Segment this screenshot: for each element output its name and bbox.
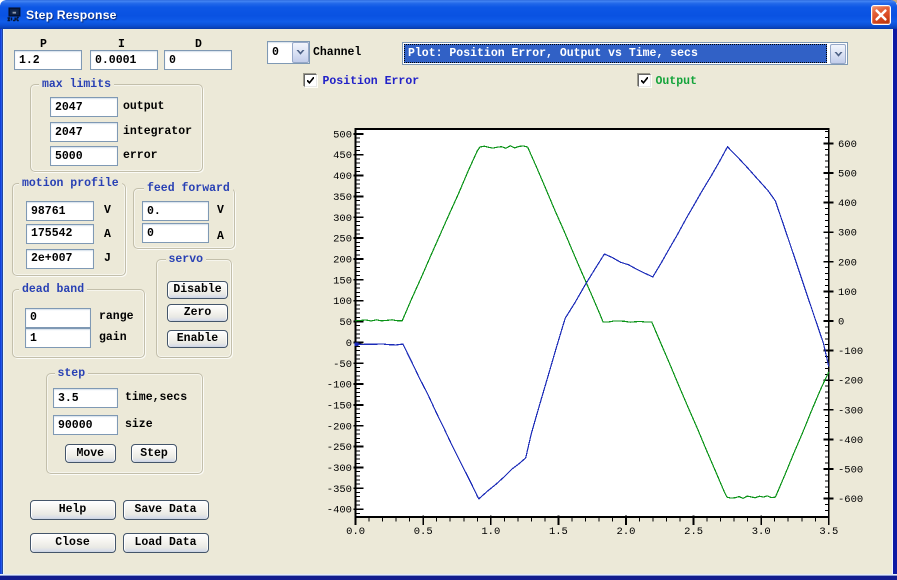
svg-text:-400: -400 [838,435,863,447]
svg-text:3.5: 3.5 [819,526,838,538]
svg-text:-200: -200 [327,421,352,433]
svg-text:100: 100 [838,287,857,299]
svg-text:250: 250 [333,234,352,246]
svg-text:500: 500 [333,129,352,141]
svg-text:-300: -300 [327,463,352,475]
svg-text:2.0: 2.0 [617,526,636,538]
svg-text:-200: -200 [838,376,863,388]
svg-text:400: 400 [333,171,352,183]
svg-text:-250: -250 [327,442,352,454]
svg-text:200: 200 [838,257,857,269]
svg-text:1.0: 1.0 [481,526,500,538]
svg-text:-350: -350 [327,484,352,496]
svg-text:-500: -500 [838,465,863,477]
svg-text:2.5: 2.5 [684,526,703,538]
svg-text:450: 450 [333,150,352,162]
svg-text:-600: -600 [838,494,863,506]
svg-text:100: 100 [333,296,352,308]
svg-text:50: 50 [339,317,352,329]
svg-text:1.5: 1.5 [549,526,568,538]
svg-text:-300: -300 [838,405,863,417]
svg-text:-400: -400 [327,505,352,517]
svg-text:-150: -150 [327,400,352,412]
svg-text:350: 350 [333,192,352,204]
svg-text:200: 200 [333,255,352,267]
svg-text:3.0: 3.0 [752,526,771,538]
svg-text:0: 0 [838,317,844,329]
svg-text:0.5: 0.5 [414,526,433,538]
svg-text:300: 300 [838,228,857,240]
svg-text:0: 0 [346,338,352,350]
svg-text:400: 400 [838,198,857,210]
svg-text:300: 300 [333,213,352,225]
svg-text:0.0: 0.0 [346,526,365,538]
svg-text:-100: -100 [838,346,863,358]
svg-text:-50: -50 [333,359,352,371]
svg-text:500: 500 [838,169,857,181]
svg-text:-100: -100 [327,380,352,392]
svg-text:150: 150 [333,275,352,287]
svg-text:600: 600 [838,139,857,151]
